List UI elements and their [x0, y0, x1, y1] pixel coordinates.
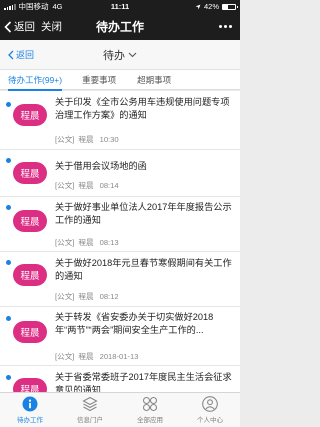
tab-bar: 待办工作(99+) 重要事项 超期事项 [0, 70, 240, 91]
item-title: 关于省委常委班子2017年度民主生活会征求意见的通知 [55, 372, 232, 392]
chevron-left-icon [8, 50, 14, 59]
unread-dot [6, 375, 11, 380]
item-time: 2018-01-13 [99, 352, 139, 361]
item-title: 关于印发《全市公务用车违规使用问题专项治理工作方案》的通知 [55, 97, 230, 120]
item-sender: 程晨 [78, 181, 94, 190]
bottom-tab-label: 个人中心 [197, 417, 223, 424]
bottom-tab-label: 待办工作 [17, 417, 43, 424]
item-meta: [公文] 程晨 08:12 [55, 291, 119, 302]
bottom-tab-portal[interactable]: 信息门户 [60, 393, 120, 427]
network-type: 4G [52, 2, 63, 11]
item-sender: 程晨 [78, 135, 94, 144]
avatar: 程晨 [13, 321, 47, 343]
sub-title-text: 待办 [103, 49, 125, 62]
battery-percent: 42% [203, 2, 219, 11]
chevron-left-icon [4, 20, 12, 33]
nav-bar: 返回 关闭 待办工作 [0, 13, 240, 40]
more-options-icon[interactable] [219, 13, 232, 40]
bottom-tab-label: 信息门户 [77, 417, 103, 424]
list-item[interactable]: 程晨 关于省委常委班子2017年度民主生活会征求意见的通知 [0, 366, 240, 392]
item-time: 08:14 [99, 181, 119, 190]
bottom-tab-profile[interactable]: 个人中心 [180, 393, 240, 427]
todo-list: 程晨 关于印发《全市公务用车违规使用问题专项治理工作方案》的通知 [公文] 程晨 1… [0, 91, 240, 392]
item-time: 08:12 [99, 292, 119, 301]
sub-header: 返回 待办 [0, 40, 240, 70]
item-type: [公文] [55, 238, 75, 247]
location-icon [195, 4, 201, 9]
item-time: 08:13 [99, 238, 119, 247]
nav-back-button[interactable]: 返回 [0, 19, 35, 34]
item-time: 10:30 [99, 135, 119, 144]
item-meta: [公文] 程晨 2018-01-13 [55, 351, 138, 362]
list-item[interactable]: 程晨 关于借用会议场地的函 [公文] 程晨 08:14 [0, 150, 240, 197]
signal-icon [4, 3, 16, 10]
item-type: [公文] [55, 181, 75, 190]
nav-close-button[interactable]: 关闭 [41, 19, 62, 34]
item-type: [公文] [55, 135, 75, 144]
item-title: 关于借用会议场地的函 [55, 161, 147, 171]
unread-dot [6, 316, 11, 321]
avatar: 程晨 [13, 378, 47, 392]
chevron-down-icon [128, 52, 137, 57]
item-type: [公文] [55, 292, 75, 301]
unread-dot [6, 158, 11, 163]
item-meta: [公文] 程晨 08:13 [55, 237, 119, 248]
item-title: 关于做好2018年元旦春节寒假期间有关工作的通知 [55, 258, 232, 281]
bottom-tab-label: 全部应用 [137, 417, 163, 424]
unread-dot [6, 205, 11, 210]
page-title: 待办工作 [95, 20, 144, 34]
sub-back-label: 返回 [16, 50, 35, 60]
sub-title[interactable]: 待办 [0, 47, 240, 63]
status-bar: 中国移动 4G 11:11 42% [0, 0, 240, 13]
unread-dot [6, 102, 11, 107]
bottom-tab-bar: 待办工作 信息门户 全部应用 个人中心 [0, 392, 240, 427]
item-sender: 程晨 [78, 292, 94, 301]
apps-icon [142, 396, 158, 412]
item-meta: [公文] 程晨 08:14 [55, 180, 119, 191]
avatar: 程晨 [13, 264, 47, 286]
bottom-tab-todo[interactable]: 待办工作 [0, 393, 60, 427]
list-item[interactable]: 程晨 关于做好2018年元旦春节寒假期间有关工作的通知 [公文] 程晨 08:12 [0, 252, 240, 307]
item-sender: 程晨 [78, 238, 94, 247]
tab-important[interactable]: 重要事项 [82, 70, 116, 90]
bottom-tab-apps[interactable]: 全部应用 [120, 393, 180, 427]
list-item[interactable]: 程晨 关于印发《全市公务用车违规使用问题专项治理工作方案》的通知 [公文] 程晨 1… [0, 91, 240, 150]
avatar: 程晨 [13, 104, 47, 126]
carrier-name: 中国移动 [18, 2, 49, 11]
item-sender: 程晨 [78, 352, 94, 361]
unread-dot [6, 260, 11, 265]
item-title: 关于做好事业单位法人2017年年度报告公示工作的通知 [55, 202, 232, 225]
info-icon [22, 396, 38, 412]
tab-overdue[interactable]: 超期事项 [137, 70, 171, 90]
item-meta: [公文] 程晨 10:30 [55, 134, 119, 145]
clock: 11:11 [110, 2, 130, 11]
item-type: [公文] [55, 352, 75, 361]
avatar: 程晨 [13, 210, 47, 232]
list-item[interactable]: 程晨 关于转发《省安委办关于切实做好2018年“两节”“两会”期间安全生产工作的… [0, 307, 240, 366]
item-title: 关于转发《省安委办关于切实做好2018年“两节”“两会”期间安全生产工作的... [55, 312, 214, 335]
tab-todo-work[interactable]: 待办工作(99+) [8, 70, 63, 91]
nav-back-label: 返回 [14, 21, 35, 33]
sub-back-button[interactable]: 返回 [0, 48, 34, 61]
list-item[interactable]: 程晨 关于做好事业单位法人2017年年度报告公示工作的通知 [公文] 程晨 08:1… [0, 197, 240, 252]
avatar: 程晨 [13, 162, 47, 184]
layers-icon [82, 396, 98, 412]
battery-icon [222, 3, 238, 10]
person-icon [202, 396, 218, 412]
